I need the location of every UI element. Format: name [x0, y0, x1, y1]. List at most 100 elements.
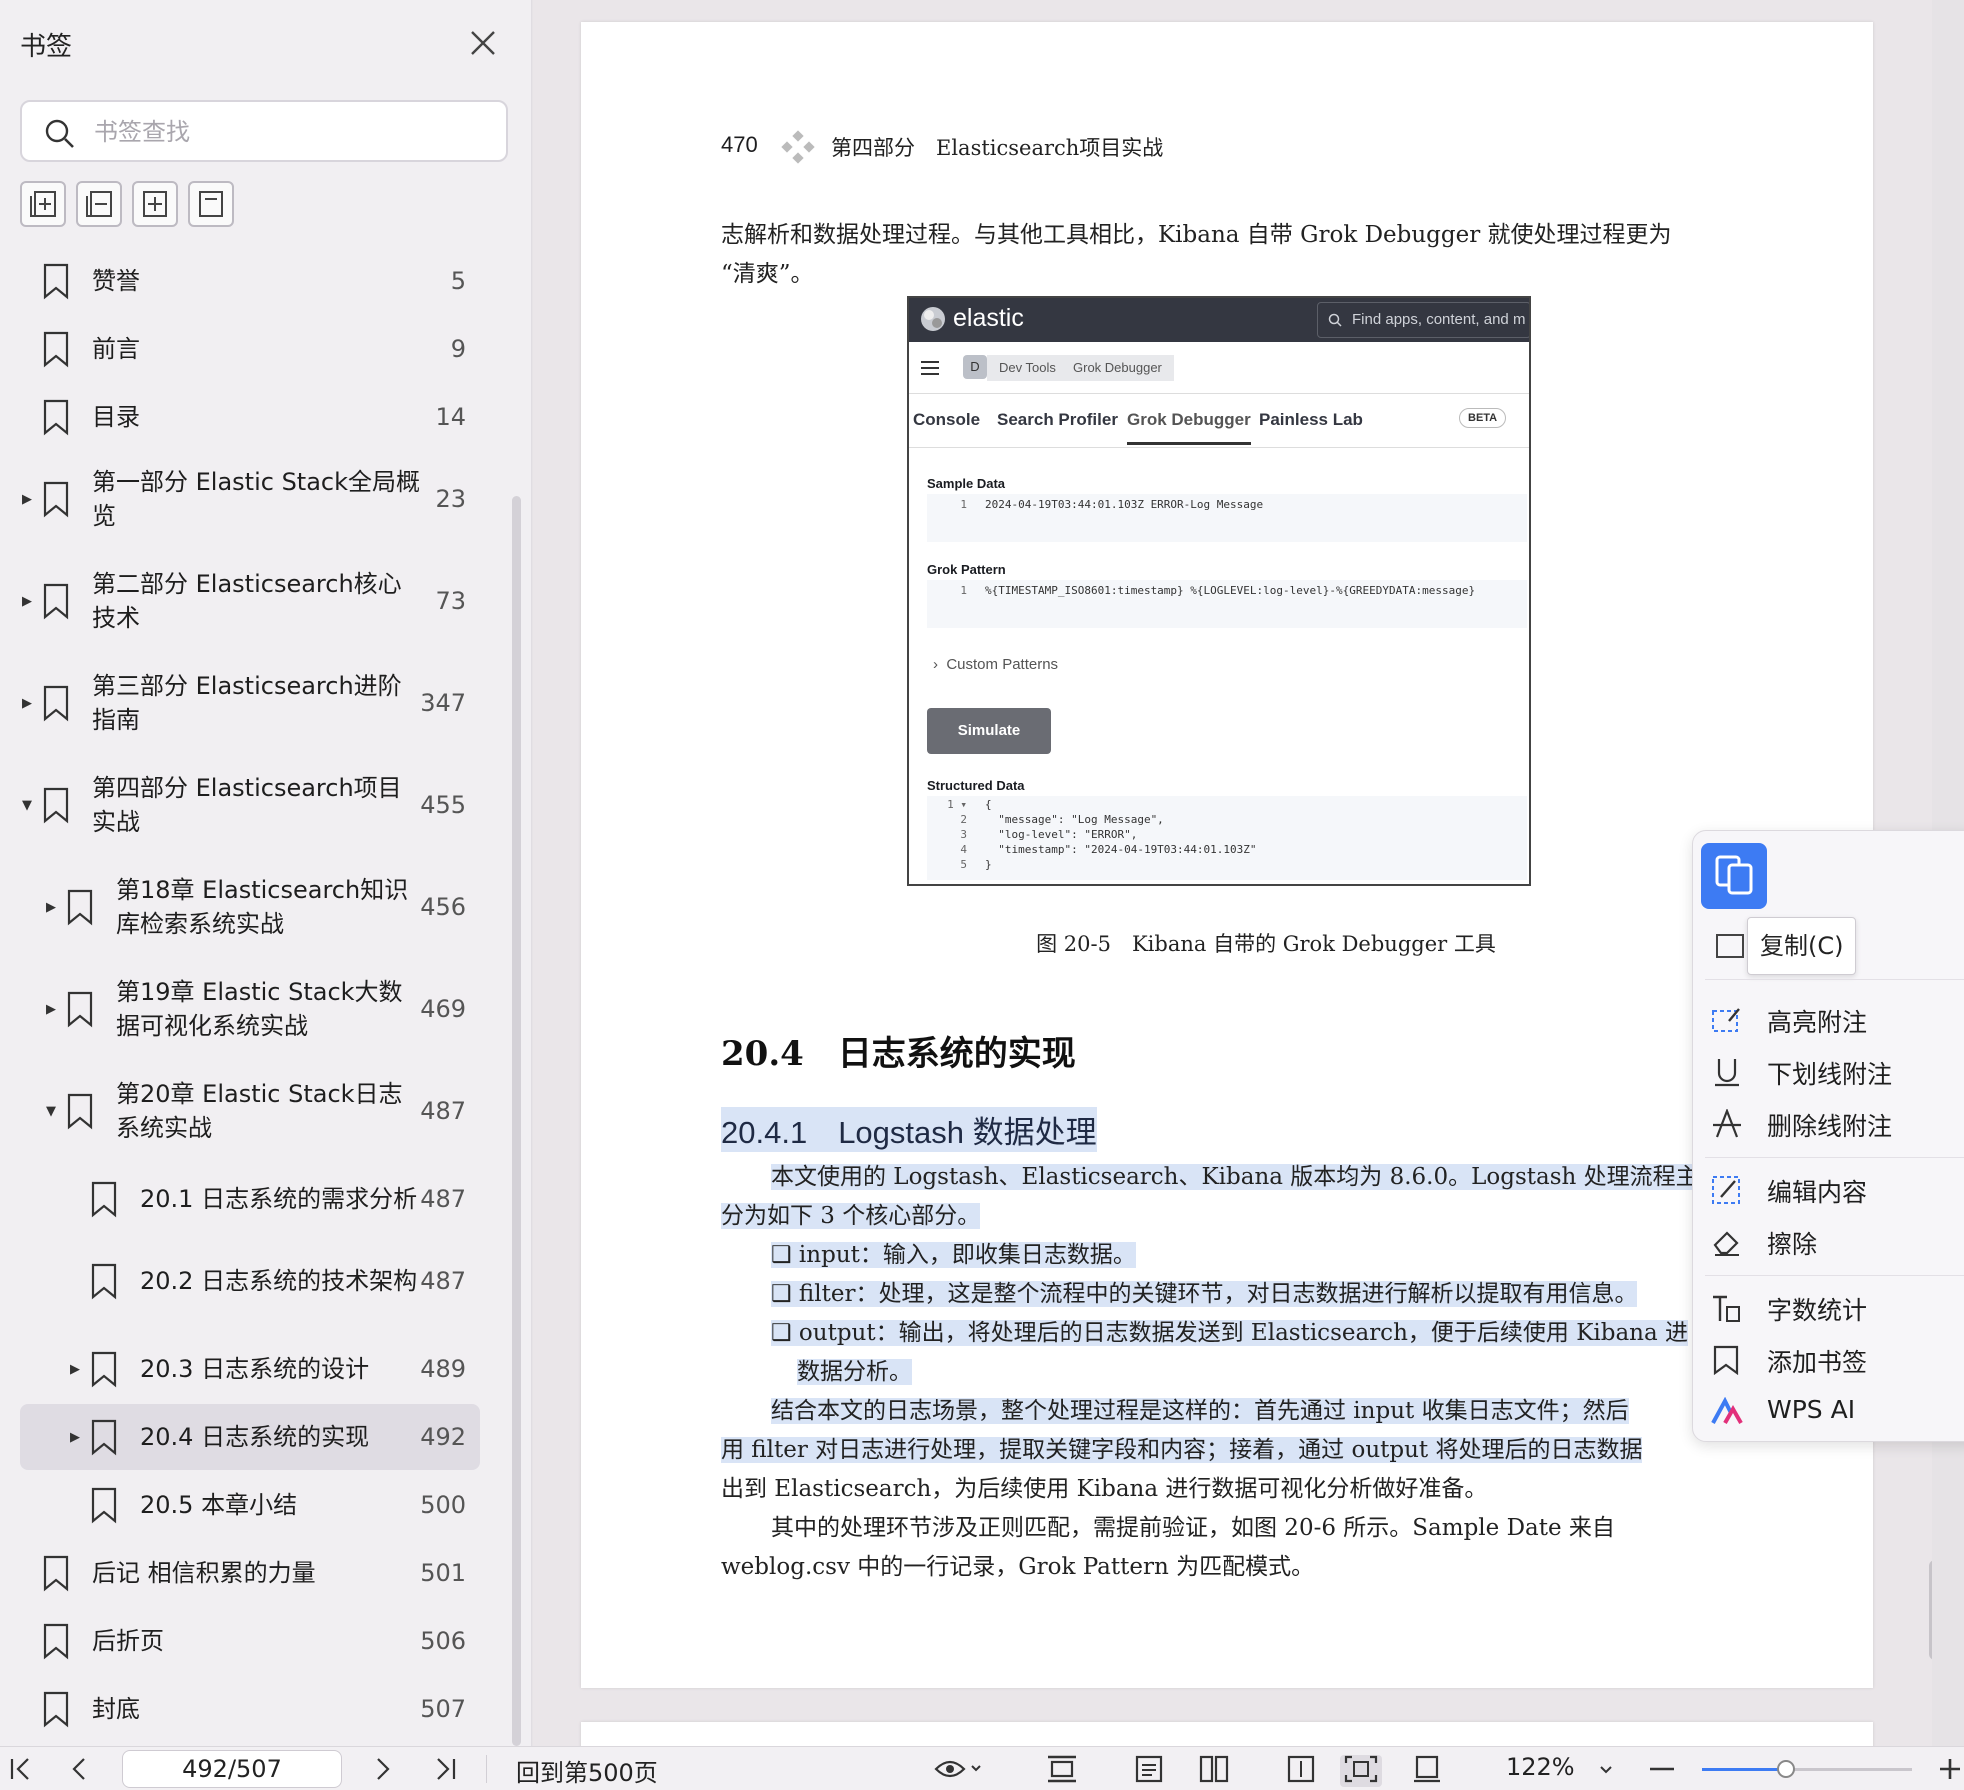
bookmark-page-number: 487 [420, 1185, 466, 1213]
bookmark-item[interactable]: ▶ 第三部分 Elasticsearch进阶指南 347 [20, 656, 480, 750]
fit-page-icon[interactable] [1340, 1755, 1382, 1787]
zoom-slider[interactable] [1702, 1760, 1912, 1778]
menu-erase[interactable]: 擦除 [1711, 1217, 1961, 1267]
hamburger-icon [921, 360, 939, 381]
bookmark-item[interactable]: ▶ 20.4 日志系统的实现 492 [20, 1404, 480, 1470]
single-page-scroll-icon[interactable] [1044, 1755, 1080, 1787]
collapsed-triangle-icon[interactable]: ▶ [22, 452, 36, 546]
bookmark-item[interactable]: 目录 14 [20, 384, 480, 450]
fig-tab-painless-lab: Painless Lab [1259, 410, 1363, 429]
collapsed-triangle-icon[interactable]: ▶ [22, 554, 36, 648]
bookmark-icon [42, 398, 70, 440]
bookmark-item[interactable]: ▶ 第19章 Elastic Stack大数据可视化系统实战 469 [20, 962, 480, 1056]
zoom-level[interactable]: 122% [1506, 1753, 1575, 1781]
bookmark-item[interactable]: 前言 9 [20, 316, 480, 382]
bookmark-label: 目录 [92, 403, 140, 431]
copy-tooltip: 复制(C) [1747, 917, 1857, 975]
bookmark-page-number: 501 [420, 1559, 466, 1587]
bookmark-icon [42, 262, 70, 304]
bookmark-page-number: 73 [435, 587, 466, 615]
expanded-triangle-icon[interactable]: ▼ [46, 1064, 60, 1158]
prev-page-icon[interactable] [70, 1755, 90, 1787]
bookmark-page-number: 9 [450, 335, 466, 363]
copy-button[interactable] [1701, 843, 1767, 909]
last-page-icon[interactable] [434, 1755, 458, 1787]
bookmark-item[interactable]: ▼ 第20章 Elastic Stack日志系统实战 487 [20, 1064, 480, 1158]
bookmark-item[interactable]: ▼ 第四部分 Elasticsearch项目实战 455 [20, 758, 480, 852]
next-page-icon[interactable] [372, 1755, 392, 1787]
bookmark-page-number: 492 [420, 1423, 466, 1451]
zoom-slider-fill [1702, 1768, 1786, 1771]
bookmark-icon [66, 888, 94, 930]
sidebar-title: 书签 [20, 32, 73, 62]
menu-highlight-note[interactable]: 高亮附注 [1711, 995, 1961, 1045]
underline-icon [1715, 1059, 1739, 1087]
p3-line-1: 其中的处理环节涉及正则匹配，需提前验证，如图 20-6 所示。Sample Da… [771, 1515, 1615, 1541]
bookmark-item[interactable]: 20.2 日志系统的技术架构 487 [20, 1234, 480, 1328]
bookmark-item[interactable]: ▶ 第二部分 Elasticsearch核心技术 73 [20, 554, 480, 648]
bookmark-item[interactable]: 封底 507 [20, 1676, 480, 1742]
expand-all-button[interactable] [20, 181, 66, 227]
menu-strikethrough-note[interactable]: 删除线附注 [1711, 1099, 1961, 1149]
menu-underline-note[interactable]: 下划线附注 [1711, 1047, 1961, 1097]
fit-width-icon[interactable] [1412, 1755, 1442, 1787]
collapsed-triangle-icon[interactable]: ▶ [70, 1404, 84, 1470]
bookmark-page-button[interactable] [188, 181, 234, 227]
bookmark-icon [42, 582, 70, 624]
custom-patterns-toggle: › Custom Patterns [933, 656, 1059, 673]
back-to-page-button[interactable]: 回到第500页 [516, 1753, 658, 1788]
fig-tab-grok-debugger: Grok Debugger [1127, 410, 1251, 445]
collapsed-triangle-icon[interactable]: ▶ [46, 962, 60, 1056]
collapsed-triangle-icon[interactable]: ▶ [22, 656, 36, 750]
collapse-all-button[interactable] [76, 181, 122, 227]
first-page-icon[interactable] [8, 1755, 32, 1787]
book-mode-icon[interactable] [1286, 1755, 1316, 1787]
menu-edit-content[interactable]: 编辑内容 [1711, 1165, 1961, 1215]
expanded-triangle-icon[interactable]: ▼ [22, 758, 36, 852]
bookmark-search[interactable] [20, 100, 508, 162]
zoom-slider-knob[interactable] [1777, 1760, 1795, 1778]
bookmark-item[interactable]: ▶ 20.3 日志系统的设计 489 [20, 1336, 480, 1402]
bookmark-item[interactable]: 20.5 本章小结 500 [20, 1472, 480, 1538]
zoom-in-icon[interactable] [1938, 1755, 1962, 1787]
bookmark-item[interactable]: 后折页 506 [20, 1608, 480, 1674]
bullet-output-2: 数据分析。 [797, 1359, 912, 1385]
bookmark-page-number: 487 [420, 1267, 466, 1295]
menu-add-bookmark[interactable]: 添加书签 [1711, 1335, 1961, 1385]
two-page-icon[interactable] [1198, 1755, 1230, 1787]
bookmark-item[interactable]: 赞誉 5 [20, 248, 480, 314]
bookmark-label: 20.2 日志系统的技术架构 [140, 1267, 418, 1295]
p2-line-2: 用 filter 对日志进行处理，提取关键字段和内容；接着，通过 output … [721, 1437, 1643, 1463]
collapsed-triangle-icon[interactable]: ▶ [46, 860, 60, 954]
bookmark-item[interactable]: 20.1 日志系统的需求分析 487 [20, 1166, 480, 1232]
bookmark-search-input[interactable] [94, 112, 494, 152]
bookmark-icon [90, 1262, 118, 1304]
zoom-dropdown-chevron-icon[interactable] [1598, 1755, 1614, 1787]
add-bookmark-button[interactable] [132, 181, 178, 227]
bookmark-item[interactable]: ▶ 第一部分 Elastic Stack全局概览 23 [20, 452, 480, 546]
sample-data-code: 1 2024-04-19T03:44:01.103Z ERROR-Log Mess… [927, 494, 1527, 542]
close-icon[interactable] [466, 26, 500, 60]
collapsed-triangle-icon[interactable]: ▶ [70, 1336, 84, 1402]
wps-ai-icon [1711, 1397, 1743, 1424]
sidebar-scrollbar[interactable] [512, 496, 521, 1746]
word-count-icon [1713, 1295, 1740, 1322]
bookmark-label: 20.5 本章小结 [140, 1491, 298, 1519]
bookmark-label: 第三部分 Elasticsearch进阶指南 [92, 672, 402, 734]
bookmark-page-number: 469 [420, 995, 466, 1023]
page-number-input[interactable] [123, 1751, 341, 1787]
zoom-out-icon[interactable] [1648, 1755, 1676, 1787]
crumb-grok-debugger: Grok Debugger [1061, 355, 1174, 381]
bookmark-item[interactable]: 后记 相信积累的力量 501 [20, 1540, 480, 1606]
single-page-icon[interactable] [1134, 1755, 1164, 1787]
bookmark-label: 第18章 Elasticsearch知识库检索系统实战 [116, 876, 409, 938]
eye-icon[interactable] [934, 1755, 984, 1787]
menu-word-count[interactable]: 字数统计 [1711, 1283, 1961, 1333]
page-number-field[interactable] [122, 1750, 342, 1788]
bookmark-icon [90, 1486, 118, 1528]
bookmark-label: 第一部分 Elastic Stack全局概览 [92, 468, 421, 530]
document-scrollbar[interactable] [1929, 1560, 1932, 1660]
menu-wps-ai[interactable]: WPS AI [1711, 1387, 1961, 1437]
bookmark-page-number: 487 [420, 1097, 466, 1125]
bookmark-item[interactable]: ▶ 第18章 Elasticsearch知识库检索系统实战 456 [20, 860, 480, 954]
